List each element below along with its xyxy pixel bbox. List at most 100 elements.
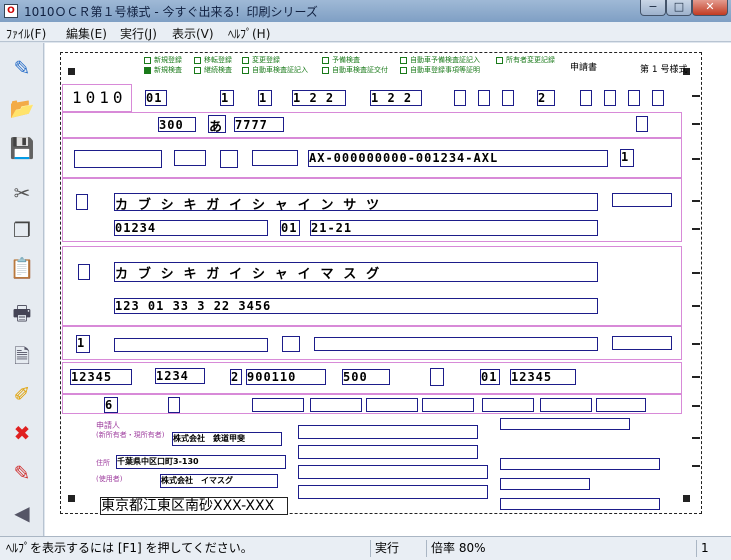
owner-name-field[interactable]: 株式会社 鉄道甲斐 <box>172 432 282 446</box>
field-blank[interactable] <box>220 150 238 168</box>
chassis-number-field[interactable]: AX-000000000-001234-AXL <box>308 150 608 167</box>
owner-name-kana-field[interactable]: カ ブ シ キ ガ イ シ ャ イ ン サ ツ <box>114 193 598 211</box>
plate-blank[interactable] <box>636 116 648 132</box>
save-disk-icon[interactable]: 💾 <box>6 133 38 163</box>
field-blank[interactable] <box>500 418 630 430</box>
number-field-e[interactable]: 01 <box>480 369 500 385</box>
field-blank[interactable] <box>282 336 300 352</box>
field-blank[interactable] <box>540 398 592 412</box>
number-field-d[interactable]: 500 <box>342 369 390 385</box>
field-blank[interactable] <box>252 398 304 412</box>
checkbox[interactable] <box>144 57 151 64</box>
field-blank[interactable] <box>74 150 162 168</box>
field-row1-e[interactable]: 1 2 2 <box>370 90 422 106</box>
field-row1-c[interactable]: 1 <box>258 90 272 106</box>
field-blank[interactable] <box>366 398 418 412</box>
big-address-field[interactable]: 東京都江東区南砂XXX-XXX <box>100 497 288 515</box>
cut-icon[interactable]: ✂ <box>6 178 38 208</box>
field-blank[interactable] <box>482 398 534 412</box>
field-row1-blank[interactable] <box>652 90 664 106</box>
owner-address-code-field[interactable]: 21-21 <box>310 220 598 236</box>
menu-edit[interactable]: 編集(E) <box>66 25 107 42</box>
plate-number-field[interactable]: 300 <box>158 117 196 132</box>
field-row1-f[interactable]: 2 <box>537 90 555 106</box>
field-blank[interactable] <box>422 398 474 412</box>
owner-address-field[interactable]: 千葉県中区口町3-130 <box>116 455 286 469</box>
field-blank[interactable] <box>252 150 298 166</box>
checkbox[interactable] <box>496 57 503 64</box>
field-blank[interactable] <box>298 425 478 439</box>
field-blank[interactable] <box>500 498 660 510</box>
checkbox[interactable] <box>194 57 201 64</box>
checkbox[interactable] <box>322 57 329 64</box>
field-blank[interactable] <box>314 337 598 351</box>
field-blank[interactable] <box>500 478 590 490</box>
owner-code-field[interactable]: 01234 <box>114 220 268 236</box>
checkbox[interactable] <box>400 57 407 64</box>
field-row1-blank[interactable] <box>604 90 616 106</box>
checkbox[interactable] <box>242 57 249 64</box>
field-blank[interactable] <box>596 398 646 412</box>
field-blank[interactable] <box>168 397 180 413</box>
field-blank[interactable] <box>76 194 88 210</box>
field-blank[interactable] <box>310 398 362 412</box>
field-blank[interactable] <box>298 485 488 499</box>
maximize-button[interactable]: □ <box>666 0 692 16</box>
owner-code-b-field[interactable]: 01 <box>280 220 300 236</box>
checkbox-checked[interactable] <box>144 67 151 74</box>
menu-run[interactable]: 実行(J) <box>120 25 157 42</box>
copy-icon[interactable]: ❐ <box>6 215 38 245</box>
field-blank[interactable] <box>298 465 488 479</box>
user-name-kana-field[interactable]: カ ブ シ キ ガ イ シ ャ イ マ ス グ <box>114 262 598 282</box>
checkbox[interactable] <box>242 67 249 74</box>
number-field-c[interactable]: 900110 <box>246 369 326 385</box>
box-one-field[interactable]: 1 <box>76 335 90 353</box>
field-row1-blank[interactable] <box>580 90 592 106</box>
plate-kana-field[interactable]: あ <box>208 115 226 133</box>
field-row1-a[interactable]: 01 <box>145 90 167 106</box>
number-field-f[interactable]: 12345 <box>510 369 576 385</box>
field-blank[interactable] <box>612 193 672 207</box>
timing-mark <box>692 200 700 202</box>
preview-icon[interactable]: 🗎 <box>6 341 38 371</box>
ruler-pencil-icon[interactable]: ✎ <box>6 53 38 83</box>
field-blank[interactable] <box>430 368 444 386</box>
close-button[interactable]: ✕ <box>692 0 728 16</box>
user-name-field[interactable]: 株式会社 イマスグ <box>160 474 278 488</box>
field-blank[interactable] <box>174 150 206 166</box>
open-folder-icon[interactable]: 📂 <box>6 93 38 123</box>
plate-serial-field[interactable]: 7777 <box>234 117 284 132</box>
menu-file[interactable]: ﾌｧｲﾙ(F) <box>6 25 46 42</box>
toolbar: ✎ 📂 💾 ✂ ❐ 📋 🖶 🗎 ✐ ✖ ✎ ◀ <box>0 43 44 536</box>
clear-icon[interactable]: ✎ <box>6 458 38 488</box>
field-row1-blank[interactable] <box>628 90 640 106</box>
field-blank[interactable] <box>78 264 90 280</box>
minimize-button[interactable]: − <box>640 0 666 16</box>
eraser-icon[interactable]: ✐ <box>6 379 38 409</box>
number-field-a[interactable]: 12345 <box>70 369 132 385</box>
title-bar: O 1010ＯＣＲ第１号様式 - 今すぐ出来る！印刷シリーズ − □ ✕ <box>0 0 731 22</box>
delete-x-icon[interactable]: ✖ <box>6 418 38 448</box>
back-arrow-icon[interactable]: ◀ <box>6 498 38 528</box>
number-field-b[interactable]: 1234 <box>155 368 205 384</box>
field-row1-blank[interactable] <box>502 90 514 106</box>
field-row1-d[interactable]: 1 2 2 <box>292 90 346 106</box>
checkbox[interactable] <box>400 67 407 74</box>
box-six-field[interactable]: 6 <box>104 397 118 413</box>
field-row1-blank[interactable] <box>478 90 490 106</box>
menu-view[interactable]: 表示(V) <box>172 25 214 42</box>
paste-icon[interactable]: 📋 <box>6 253 38 283</box>
field-blank[interactable] <box>612 336 672 350</box>
number-field-c-pre[interactable]: 2 <box>230 369 242 385</box>
print-icon[interactable]: 🖶 <box>6 298 38 328</box>
user-address-code-field[interactable]: 123 01 33 3 22 3456 <box>114 298 598 314</box>
menu-help[interactable]: ﾍﾙﾌﾟ(H) <box>228 25 270 42</box>
checkbox[interactable] <box>194 67 201 74</box>
chassis-suffix-field[interactable]: 1 <box>620 149 634 167</box>
field-blank[interactable] <box>114 338 268 352</box>
checkbox[interactable] <box>322 67 329 74</box>
field-blank[interactable] <box>500 458 660 470</box>
field-row1-blank[interactable] <box>454 90 466 106</box>
field-blank[interactable] <box>298 445 478 459</box>
field-row1-b[interactable]: 1 <box>220 90 234 106</box>
